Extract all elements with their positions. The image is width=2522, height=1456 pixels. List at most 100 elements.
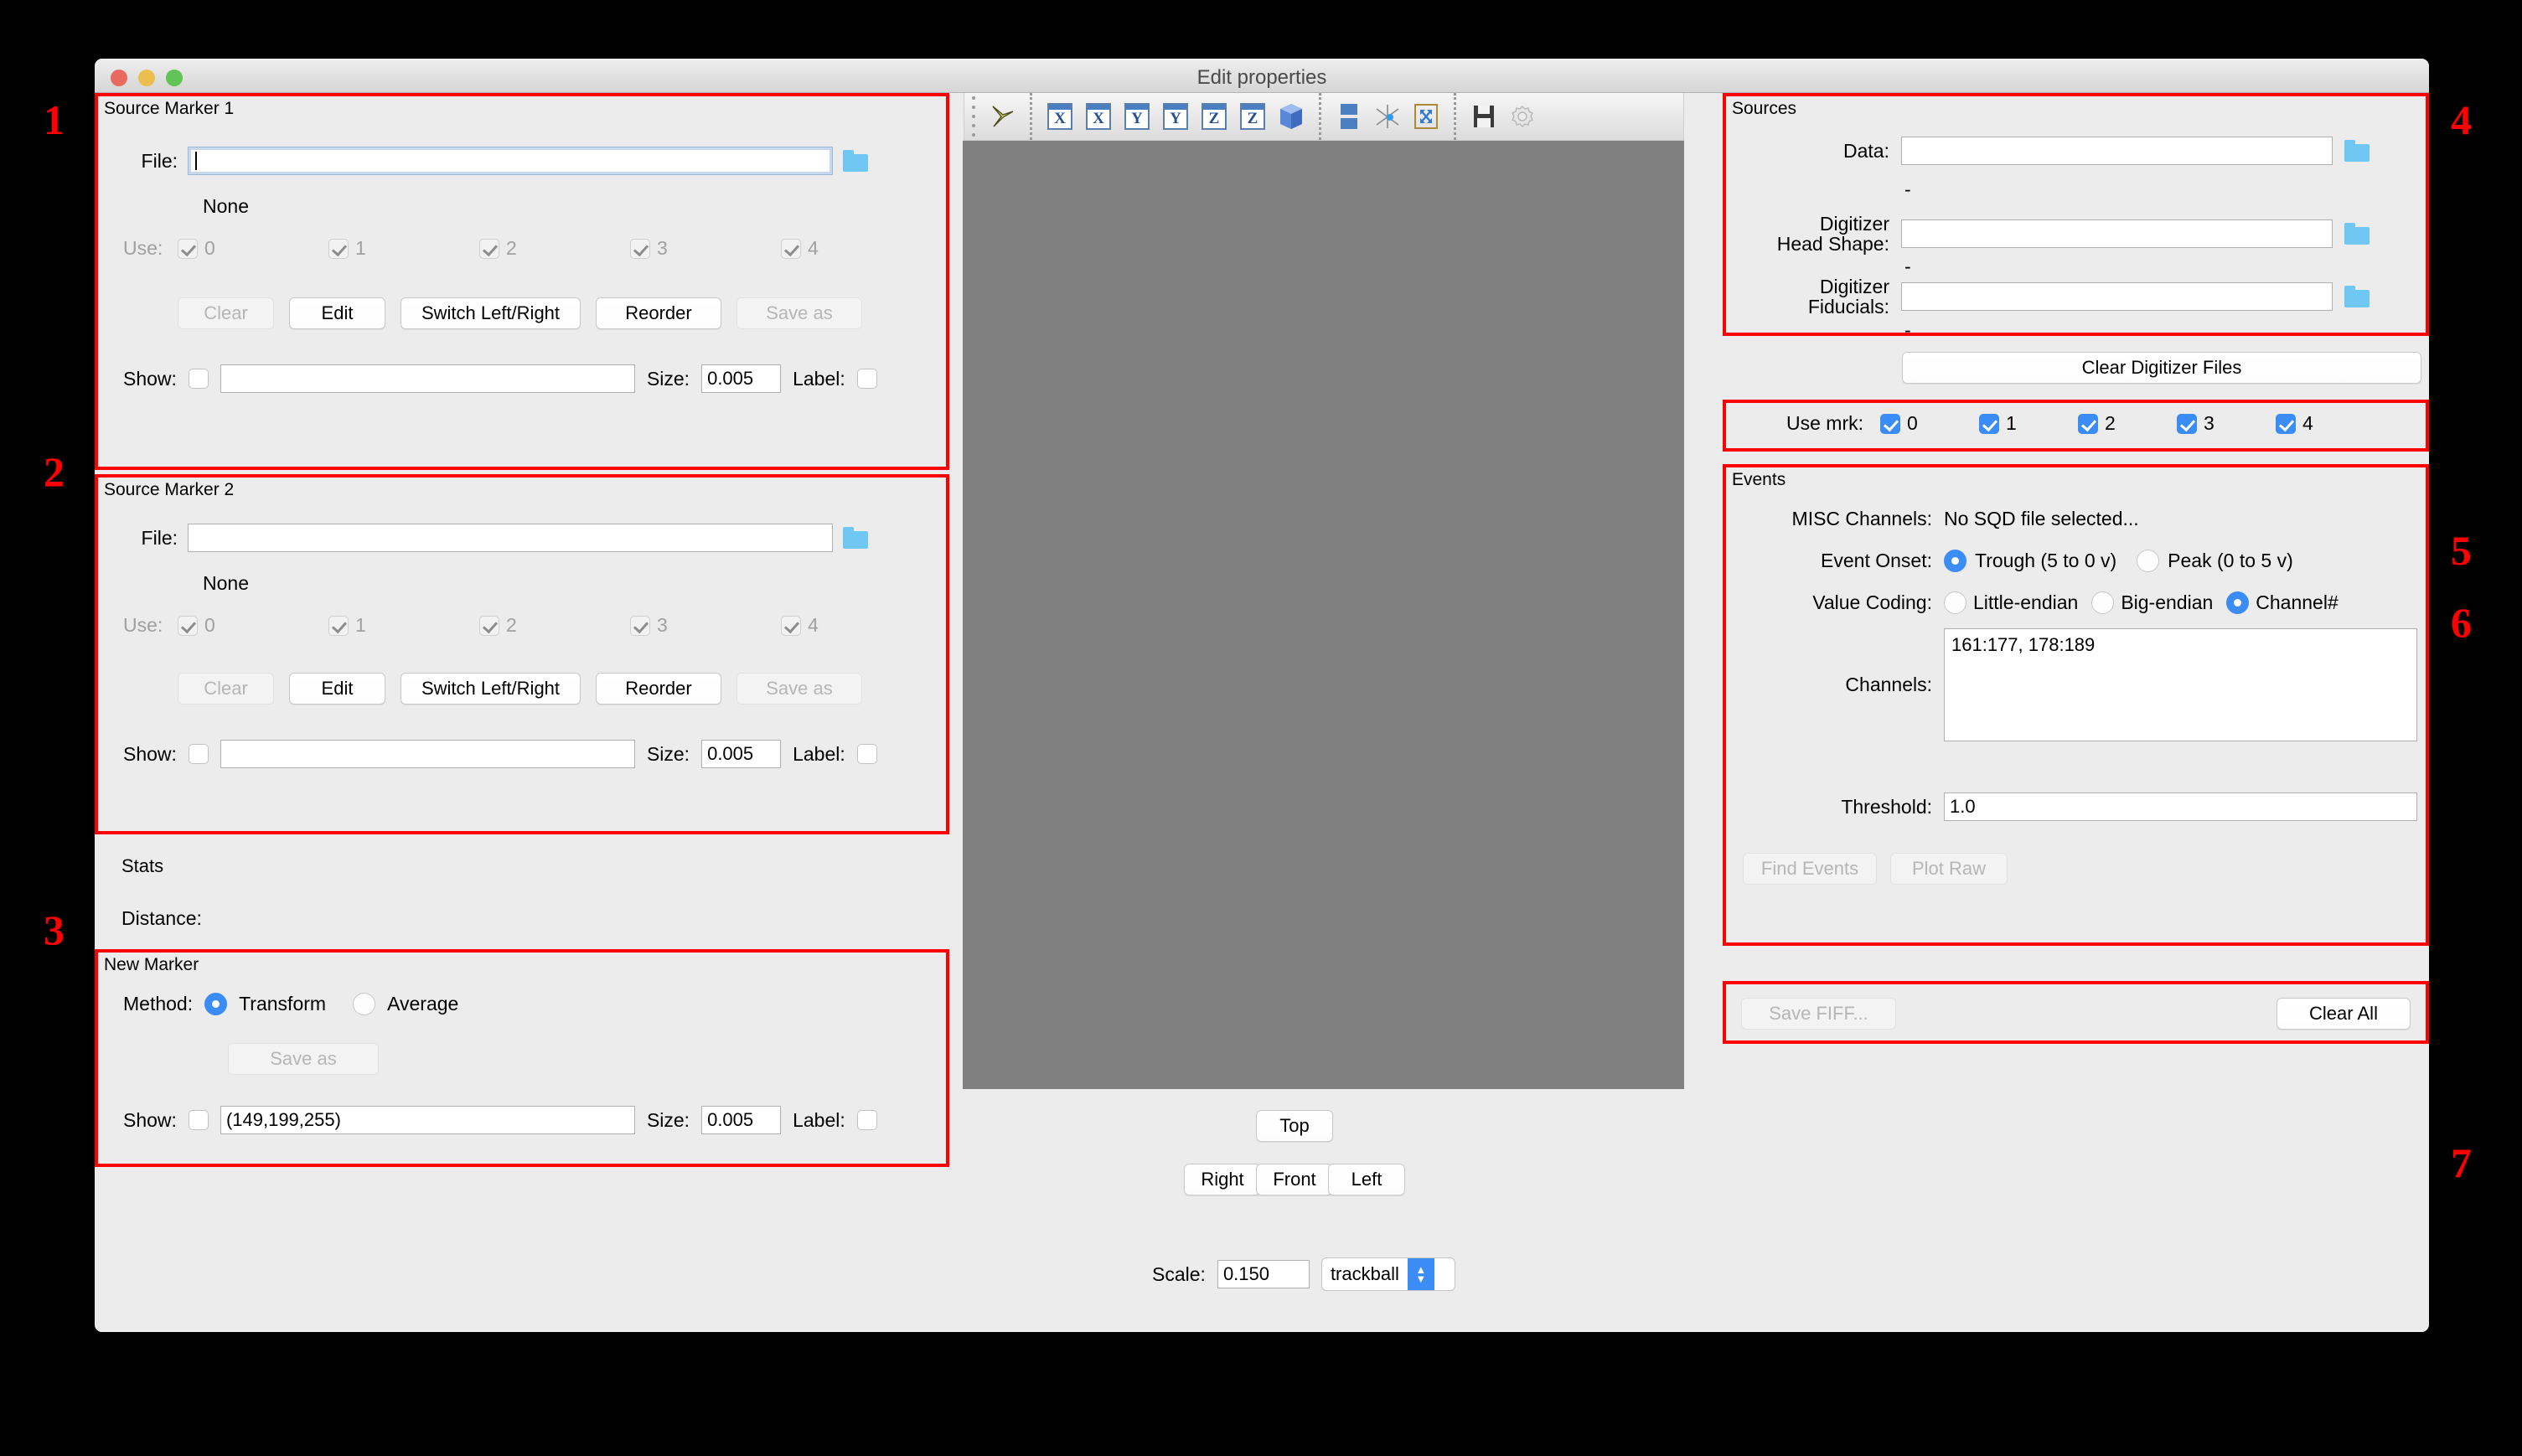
use-mrk-checkbox-2[interactable] [2078, 413, 2098, 434]
find-events-button[interactable]: Find Events [1743, 853, 1877, 885]
sources-headshape-label: Digitizer Head Shape: [1776, 213, 1889, 256]
sources-headshape-input[interactable] [1901, 219, 2333, 249]
view-right-button[interactable]: Right [1184, 1164, 1261, 1195]
sm1-status: None [203, 195, 249, 217]
sm1-use-checkbox-0[interactable] [178, 238, 198, 259]
sm2-use-checkbox-4[interactable] [781, 615, 801, 636]
sm1-color-input[interactable] [220, 364, 635, 393]
events-threshold-input[interactable]: 1.0 [1944, 793, 2417, 821]
event-onset-radio-trough[interactable] [1944, 550, 1966, 572]
sm1-use-checkbox-1[interactable] [328, 238, 349, 259]
interaction-mode-select[interactable]: trackball ▲ ▼ [1320, 1257, 1455, 1291]
sources-fiducials-input[interactable] [1901, 282, 2333, 312]
sm2-reorder-button[interactable]: Reorder [596, 673, 721, 705]
sm2-use-checkbox-3[interactable] [630, 615, 650, 636]
sm2-save-as-button[interactable]: Save as [736, 673, 862, 705]
value-coding-radio-channel-num[interactable] [2226, 591, 2250, 614]
sm2-browse-folder-icon[interactable] [843, 527, 868, 549]
sources-title: Sources [1732, 99, 1797, 118]
sm2-clear-button[interactable]: Clear [178, 673, 274, 705]
sm1-size-input[interactable]: 0.005 [701, 364, 782, 393]
sources-panel: Sources Data: - Digitizer Head Shape: - … [1723, 93, 2429, 384]
sm1-save-as-button[interactable]: Save as [736, 297, 862, 329]
sm1-use-label-0: 0 [204, 237, 215, 259]
sm1-edit-button[interactable]: Edit [289, 297, 385, 329]
view-y-minus-icon[interactable]: Y [1118, 98, 1156, 135]
use-mrk-label: Use mrk: [1786, 412, 1863, 434]
window-body: Source Marker 1 File: None Use: 0 1 2 3 … [95, 93, 2429, 1332]
event-onset-radio-peak[interactable] [2137, 550, 2160, 572]
new-marker-show-checkbox[interactable] [188, 1110, 209, 1130]
sources-fiducials-folder-icon[interactable] [2344, 286, 2370, 308]
save-snapshot-icon[interactable] [1465, 98, 1503, 135]
reset-zoom-icon[interactable] [1407, 98, 1445, 135]
new-marker-label-checkbox[interactable] [856, 1110, 877, 1130]
sm1-label-checkbox[interactable] [856, 369, 877, 389]
plot-raw-button[interactable]: Plot Raw [1890, 853, 2008, 885]
window-title: Edit properties [1196, 66, 1327, 89]
value-coding-radio-little-endian[interactable] [1944, 591, 1966, 614]
sm1-browse-folder-icon[interactable] [843, 150, 868, 172]
clear-digitizer-files-button[interactable]: Clear Digitizer Files [1902, 352, 2421, 384]
new-marker-label-label: Label: [793, 1108, 845, 1131]
use-mrk-label-3: 3 [2204, 412, 2215, 434]
sm1-file-label: File: [141, 149, 178, 172]
value-coding-radio-big-endian[interactable] [2091, 591, 2115, 614]
use-mrk-checkbox-3[interactable] [2177, 413, 2197, 434]
toolbar-drag-handle[interactable] [964, 93, 983, 140]
sm2-size-input[interactable]: 0.005 [701, 740, 782, 768]
sm2-switch-left-right-button[interactable]: Switch Left/Right [401, 673, 581, 705]
view-x-minus-icon[interactable]: X [1041, 98, 1079, 135]
sm2-size-value: 0.005 [707, 743, 754, 764]
sources-data-input[interactable] [1901, 137, 2333, 165]
sm1-file-input[interactable] [188, 147, 833, 175]
sm1-use-checkbox-3[interactable] [630, 238, 650, 259]
scale-input[interactable]: 0.150 [1217, 1260, 1310, 1288]
save-fiff-button[interactable]: Save FIFF... [1741, 998, 1896, 1030]
annotation-6: 6 [2451, 599, 2472, 646]
sm2-file-input[interactable] [188, 524, 833, 552]
view-y-plus-icon[interactable]: Y [1156, 98, 1195, 135]
use-mrk-checkbox-4[interactable] [2276, 413, 2296, 434]
sm2-use-checkbox-2[interactable] [479, 615, 499, 636]
view-left-button[interactable]: Left [1328, 1164, 1405, 1195]
new-marker-method-radio-transform[interactable] [204, 993, 228, 1015]
3d-viewport[interactable] [963, 141, 1684, 1089]
view-orientation-icon[interactable] [983, 98, 1021, 135]
sm1-use-checkbox-4[interactable] [781, 238, 801, 259]
view-top-button[interactable]: Top [1256, 1110, 1333, 1142]
view-z-minus-icon[interactable]: Z [1195, 98, 1233, 135]
use-mrk-checkbox-1[interactable] [1979, 413, 1999, 434]
new-marker-method-label: Method: [123, 993, 194, 1015]
events-onset-label: Event Onset: [1821, 550, 1932, 571]
sm1-show-checkbox[interactable] [188, 369, 209, 389]
sm2-use-checkbox-0[interactable] [178, 615, 198, 636]
new-marker-method-radio-average[interactable] [353, 993, 376, 1015]
sm2-use-checkbox-1[interactable] [328, 615, 349, 636]
sm1-use-label-4: 4 [808, 237, 819, 259]
sm2-edit-button[interactable]: Edit [289, 673, 385, 705]
use-mrk-checkbox-0[interactable] [1880, 413, 1900, 434]
new-marker-size-input[interactable]: 0.005 [701, 1106, 782, 1134]
sm1-use-checkbox-2[interactable] [479, 238, 499, 259]
sm2-label-checkbox[interactable] [856, 744, 877, 764]
sm1-switch-left-right-button[interactable]: Switch Left/Right [401, 297, 581, 329]
sources-headshape-folder-icon[interactable] [2344, 223, 2370, 245]
sm2-color-input[interactable] [220, 740, 635, 768]
clear-all-button[interactable]: Clear All [2277, 998, 2411, 1030]
sm2-show-checkbox[interactable] [188, 744, 209, 764]
events-channels-textarea[interactable]: 161:177, 178:189 [1944, 628, 2417, 741]
view-z-plus-icon[interactable]: Z [1233, 98, 1272, 135]
sm1-clear-button[interactable]: Clear [178, 297, 274, 329]
sources-data-folder-icon[interactable] [2344, 140, 2370, 162]
new-marker-save-as-button[interactable]: Save as [228, 1043, 379, 1075]
settings-gear-icon[interactable] [1503, 98, 1542, 135]
new-marker-color-input[interactable]: (149,199,255) [220, 1106, 635, 1134]
sm1-reorder-button[interactable]: Reorder [596, 297, 721, 329]
view-front-button[interactable]: Front [1256, 1164, 1333, 1195]
show-axes-icon[interactable] [1368, 98, 1407, 135]
isometric-view-icon[interactable] [1272, 98, 1310, 135]
view-x-plus-icon[interactable]: X [1079, 98, 1118, 135]
split-view-icon[interactable] [1330, 98, 1368, 135]
stats-distance-label: Distance: [121, 907, 202, 929]
